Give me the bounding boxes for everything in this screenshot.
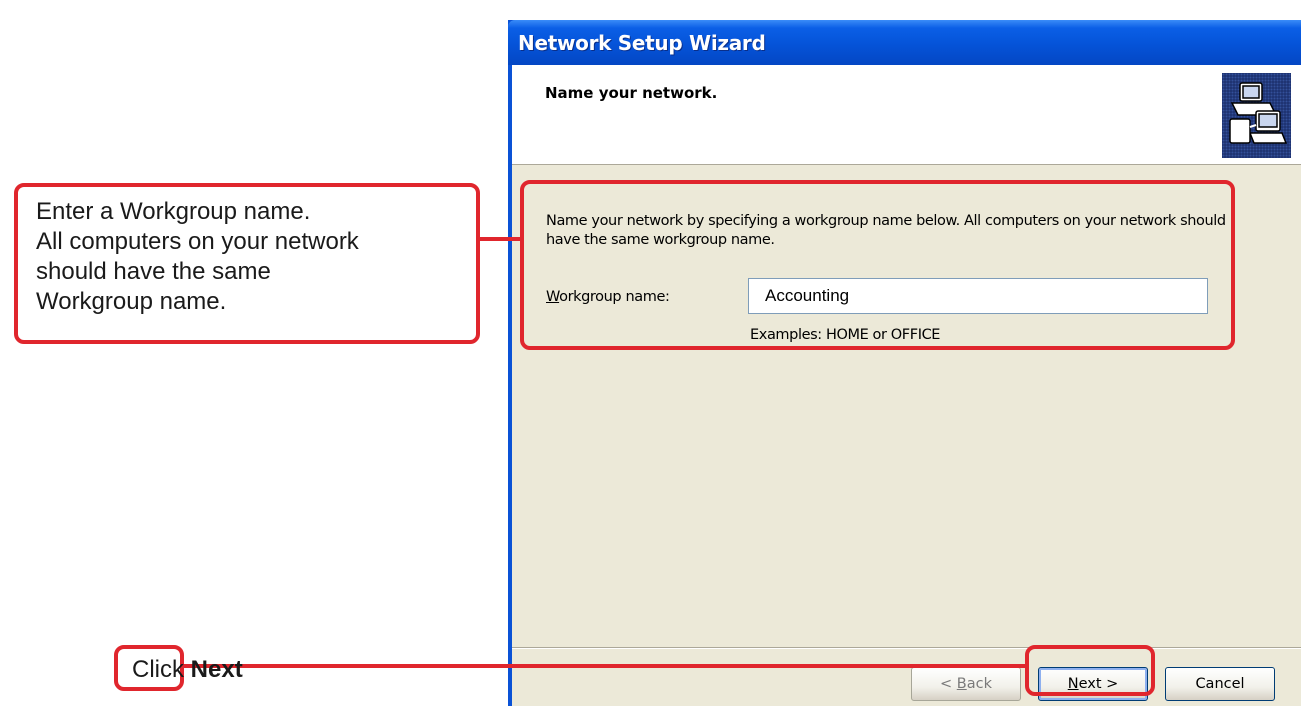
click-next-prefix: Click bbox=[132, 656, 191, 683]
wizard-client-area: Name your network. Name your network by … bbox=[512, 65, 1301, 706]
workgroup-instruction-callout: Enter a Workgroup name. All computers on… bbox=[14, 183, 480, 344]
click-next-text: Click Next bbox=[132, 655, 243, 685]
title-bar[interactable]: Network Setup Wizard bbox=[508, 20, 1301, 65]
network-computers-icon bbox=[1222, 73, 1291, 158]
callout-line: All computers on your network bbox=[36, 228, 359, 255]
click-next-callout: Click Next bbox=[114, 645, 243, 691]
network-setup-wizard-window: Network Setup Wizard Name your network. bbox=[508, 20, 1301, 706]
workgroup-field-highlight bbox=[520, 180, 1235, 350]
back-button[interactable]: < Back bbox=[911, 667, 1021, 701]
footer-separator bbox=[512, 647, 1301, 649]
callout-line: should have the same bbox=[36, 258, 271, 285]
cancel-button[interactable]: Cancel bbox=[1165, 667, 1275, 701]
window-title: Network Setup Wizard bbox=[518, 31, 766, 55]
workgroup-callout-connector bbox=[480, 237, 520, 241]
click-next-bold: Next bbox=[190, 656, 243, 683]
back-button-prefix: < bbox=[940, 676, 957, 692]
callout-line: Workgroup name. bbox=[36, 288, 227, 315]
next-button-highlight bbox=[1025, 645, 1155, 696]
callout-line: Enter a Workgroup name. bbox=[36, 198, 311, 225]
wizard-header: Name your network. bbox=[512, 65, 1301, 165]
back-button-accesskey: B bbox=[956, 676, 967, 692]
workgroup-instruction-text: Enter a Workgroup name. All computers on… bbox=[36, 197, 359, 317]
next-callout-connector bbox=[184, 664, 1025, 668]
back-button-label: ack bbox=[966, 676, 992, 692]
step-title: Name your network. bbox=[545, 84, 718, 102]
